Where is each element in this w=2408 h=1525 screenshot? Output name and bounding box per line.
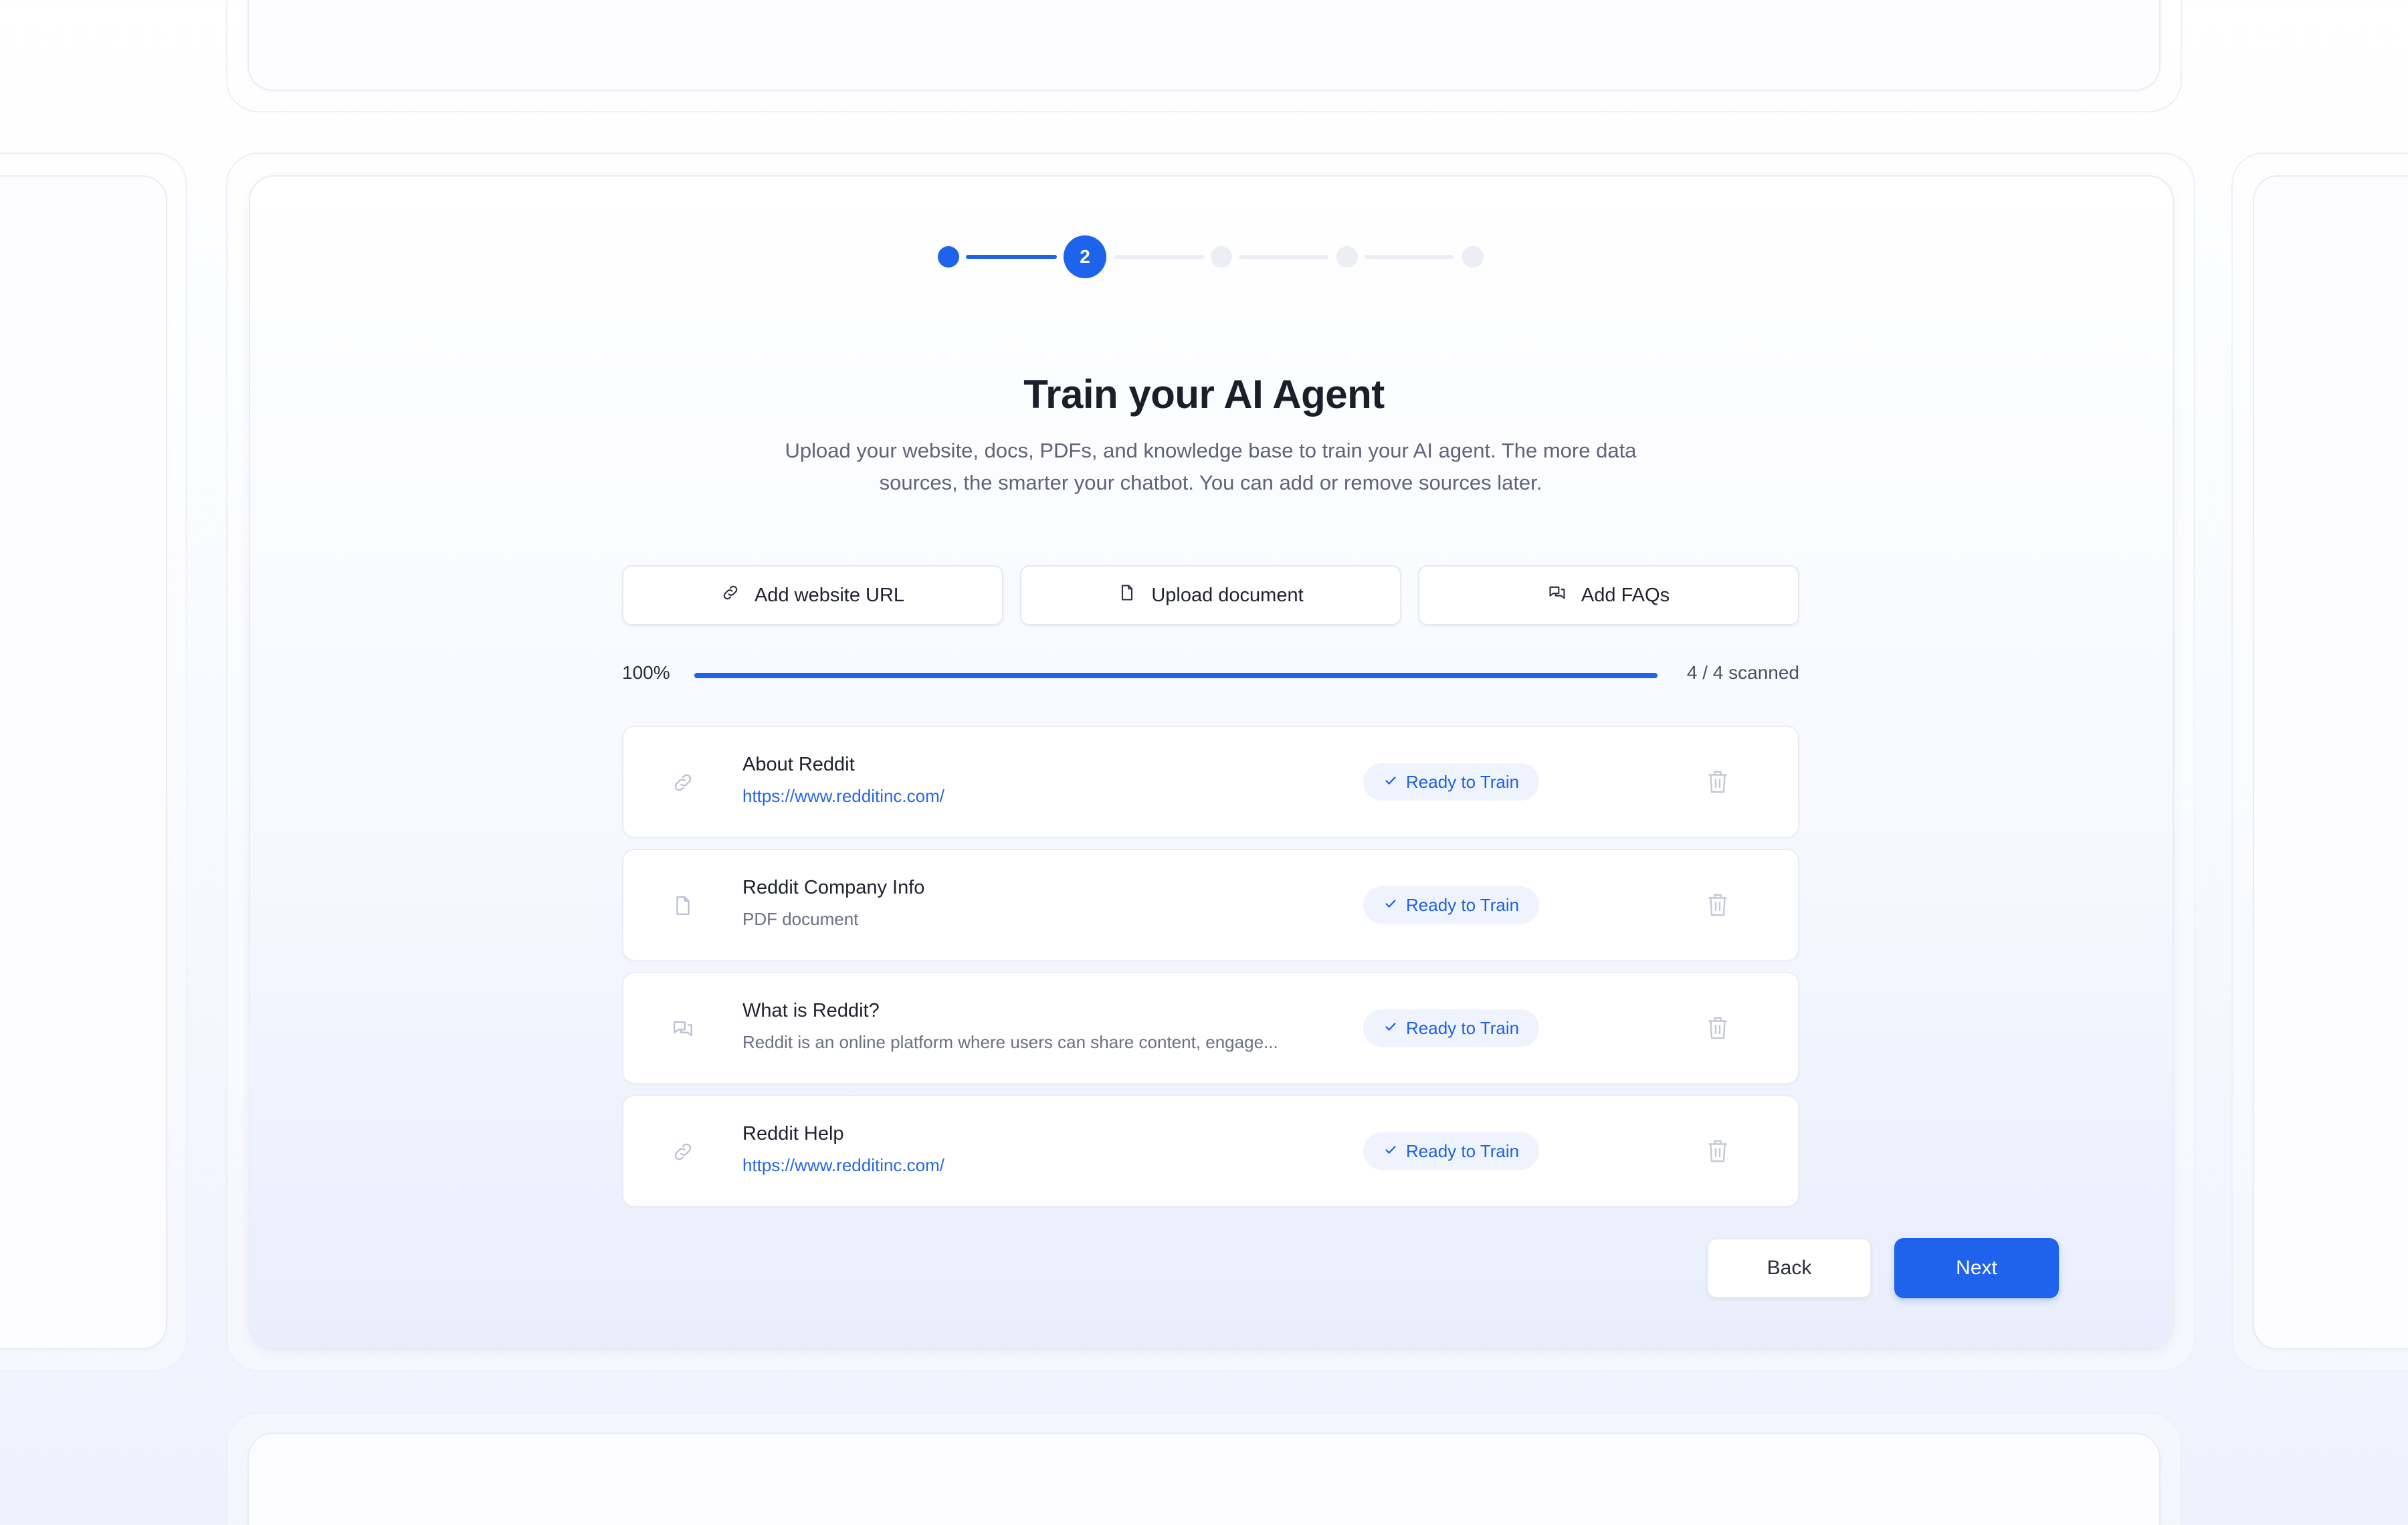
trash-icon[interactable] [1706,892,1730,918]
step-number: 2 [1080,246,1090,267]
top-card [247,0,2161,91]
link-icon [672,771,694,794]
add-website-url-button[interactable]: Add website URL [622,565,1003,625]
subtitle-line-2: sources, the smarter your chatbot. You c… [879,471,1542,494]
source-title: Reddit Help [742,1123,844,1144]
link-icon [672,1140,694,1163]
source-row: What is Reddit? Reddit is an online plat… [622,972,1799,1084]
status-badge: Ready to Train [1363,886,1540,924]
status-label: Ready to Train [1406,894,1520,915]
left-card [0,175,167,1350]
step-4-dot [1336,246,1358,268]
step-1-dot [938,246,959,268]
upload-document-button[interactable]: Upload document [1020,565,1401,625]
source-row: About Reddit https://www.redditinc.com/ … [622,726,1799,838]
chat-icon [672,1017,694,1040]
source-row: Reddit Help https://www.redditinc.com/ R… [622,1095,1799,1207]
right-card [2253,175,2408,1350]
status-badge: Ready to Train [1363,1009,1540,1047]
status-badge: Ready to Train [1363,1132,1540,1170]
back-button[interactable]: Back [1707,1238,1872,1298]
check-icon [1383,1141,1398,1162]
progress-bar-fill [694,673,1658,678]
add-website-url-label: Add website URL [754,584,905,606]
source-type: PDF document [742,909,859,929]
status-label: Ready to Train [1406,1140,1520,1161]
page-subtitle: Upload your website, docs, PDFs, and kno… [736,435,1686,499]
source-row: Reddit Company Info PDF document Ready t… [622,849,1799,961]
scanned-count: 4 / 4 scanned [1686,662,1799,683]
link-icon [721,583,740,607]
trash-icon[interactable] [1706,1015,1730,1041]
status-badge: Ready to Train [1363,763,1540,801]
add-faqs-label: Add FAQs [1581,584,1670,606]
progress-percent: 100% [622,662,670,683]
document-icon [1118,583,1136,607]
step-3-dot [1211,246,1232,268]
check-icon [1383,1018,1398,1039]
source-title: What is Reddit? [742,1000,880,1021]
check-icon [1383,772,1398,793]
next-button[interactable]: Next [1894,1238,2059,1298]
check-icon [1383,895,1398,916]
upload-document-label: Upload document [1151,584,1304,606]
source-preview: Reddit is an online platform where users… [742,1032,1278,1052]
status-label: Ready to Train [1406,1017,1520,1038]
step-2-current: 2 [1064,235,1106,278]
trash-icon[interactable] [1706,1138,1730,1164]
source-title: About Reddit [742,754,855,775]
add-faqs-button[interactable]: Add FAQs [1418,565,1799,625]
source-title: Reddit Company Info [742,877,925,898]
source-url[interactable]: https://www.redditinc.com/ [742,786,944,807]
chat-icon [1548,583,1567,607]
progress-bar [694,673,1658,678]
page-title: Train your AI Agent [1023,372,1385,417]
document-icon [672,894,694,917]
bottom-card [247,1433,2161,1525]
subtitle-line-1: Upload your website, docs, PDFs, and kno… [785,439,1637,462]
status-label: Ready to Train [1406,771,1520,792]
trash-icon[interactable] [1706,769,1730,795]
step-5-dot [1462,246,1484,268]
source-url[interactable]: https://www.redditinc.com/ [742,1155,944,1176]
